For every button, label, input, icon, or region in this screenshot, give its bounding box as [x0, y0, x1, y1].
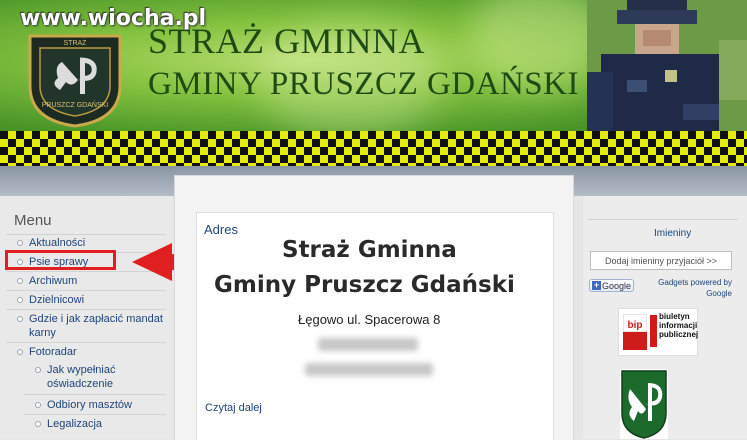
bullet-icon	[17, 297, 23, 303]
menu-item-dzielnicowi[interactable]: Dzielnicowi	[29, 293, 84, 307]
divider	[6, 309, 166, 310]
bip-banner[interactable]: bip biuletyn informacji publicznej	[618, 308, 698, 356]
blurred-phone	[318, 338, 418, 351]
checkered-band	[0, 131, 747, 166]
bullet-icon	[17, 316, 23, 322]
bip-text-line2: informacji	[659, 321, 698, 330]
menu-item-mandat[interactable]: Gdzie i jak zapłacić mandat karny	[29, 312, 169, 340]
pixelated-officer-photo	[587, 0, 747, 131]
bullet-icon	[17, 278, 23, 284]
bullet-icon	[17, 349, 23, 355]
add-to-google-button[interactable]: + Google	[589, 279, 634, 292]
add-imieniny-button[interactable]: Dodaj imieniny przyjaciół >>	[590, 251, 732, 270]
bullet-icon	[17, 240, 23, 246]
gadgets-powered-by: Gadgets powered by Google	[652, 277, 732, 299]
divider	[588, 219, 738, 220]
menu-item-aktualnosci[interactable]: Aktualności	[29, 236, 85, 250]
blurred-fax	[305, 363, 433, 376]
google-button-label: Google	[602, 281, 632, 291]
address-text: Łęgowo ul. Spacerowa 8	[298, 312, 441, 327]
submenu-item-legalizacja[interactable]: Legalizacja	[47, 417, 102, 431]
google-plus-icon: +	[592, 280, 601, 290]
badge-text-bottom: PRUSZCZ GDAŃSKI	[42, 100, 109, 109]
gadgets-line1: Gadgets powered by	[658, 278, 732, 287]
divider	[6, 342, 166, 343]
divider	[6, 234, 166, 235]
bip-flag-icon: bip	[623, 314, 647, 350]
divider	[24, 394, 166, 395]
crest-icon[interactable]	[620, 369, 668, 439]
badge-icon: STRAŻ PRUSZCZ GDAŃSKI	[28, 34, 122, 128]
site-title-line2: GMINY PRUSZCZ GDAŃSKI	[148, 66, 579, 102]
bip-text-line1: biuletyn	[659, 312, 690, 321]
org-name-line2: Gminy Pruszcz Gdański	[214, 272, 515, 298]
read-more-link[interactable]: Czytaj dalej	[205, 402, 262, 414]
badge-text-top: STRAŻ	[64, 38, 88, 47]
menu-title: Menu	[14, 212, 52, 229]
gadgets-google-link[interactable]: Google	[706, 289, 732, 298]
bip-text: biuletyn informacji publicznej	[659, 312, 698, 339]
highlight-box	[5, 250, 116, 270]
org-name-line1: Straż Gminna	[282, 237, 457, 263]
bip-logo-text: bip	[628, 320, 643, 331]
card-title-link[interactable]: Adres	[204, 222, 238, 237]
site-title-line1: STRAŻ GMINNA	[148, 21, 426, 61]
bip-text-line3: publicznej	[659, 330, 699, 339]
site-header: STRAŻ PRUSZCZ GDAŃSKI www.wiocha.pl STRA…	[0, 0, 747, 131]
menu-item-archiwum[interactable]: Archiwum	[29, 274, 77, 288]
imieniny-title: Imieniny	[654, 228, 692, 239]
bullet-icon	[35, 402, 41, 408]
menu-item-fotoradar[interactable]: Fotoradar	[29, 345, 77, 359]
bullet-icon	[35, 367, 41, 373]
divider	[6, 290, 166, 291]
divider	[24, 414, 166, 415]
submenu-item-oswiadczenie[interactable]: Jak wypełniać oświadczenie	[47, 363, 162, 391]
bullet-icon	[35, 421, 41, 427]
submenu-item-odbiory[interactable]: Odbiory masztów	[47, 398, 132, 412]
bip-red-bar	[650, 315, 657, 347]
